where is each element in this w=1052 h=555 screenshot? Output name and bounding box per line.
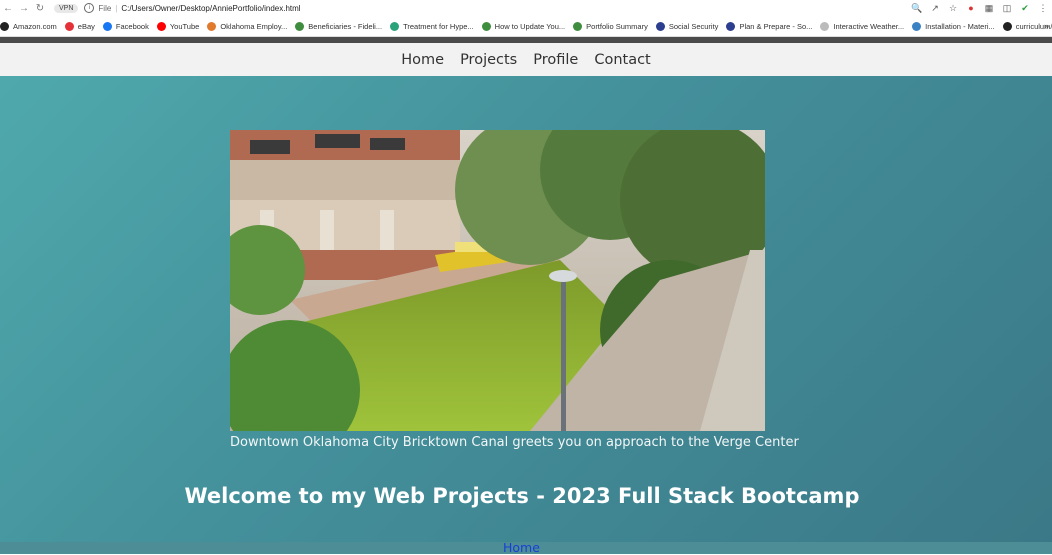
ebay-icon [64,21,74,31]
security-extension-icon[interactable]: ✔ [1016,3,1034,14]
bookmark-label: Treatment for Hype... [403,21,474,31]
bookmarks-bar: Amazon.com eBay Facebook YouTube Oklahoma Em… [0,16,1052,37]
nav-home-link[interactable]: Home [401,52,444,68]
bookmark-item[interactable]: Installation - Materi... [912,21,995,31]
bookmark-item[interactable]: How to Update You... [481,21,566,31]
facebook-icon [102,21,112,31]
footer-home-link[interactable]: Home [503,540,540,555]
bookmark-item[interactable]: Facebook [102,21,149,31]
menu-kebab-icon[interactable]: ⋮ [1034,3,1052,14]
site-nav: Home Projects Profile Contact [0,43,1052,76]
bookmark-item[interactable]: Interactive Weather... [820,21,905,31]
bookmark-item[interactable]: Beneficiaries - Fideli... [295,21,383,31]
amazon-icon [0,21,9,31]
share-icon[interactable]: ↗ [926,3,944,14]
bookmark-item[interactable]: eBay [64,21,95,31]
bookmark-label: Facebook [115,21,149,31]
browser-toolbar: ← → ↻ VPN i File | C:/Users/Owner/Deskto… [0,0,1052,16]
fidelity-icon [295,21,305,31]
bookmark-label: YouTube [169,21,200,31]
url-separator: | [115,3,118,13]
bookmark-label: Beneficiaries - Fideli... [308,21,383,31]
bookmark-item[interactable]: Amazon.com [0,21,57,31]
fidelity-icon [573,21,583,31]
fidelity-icon [481,21,491,31]
bookmark-item[interactable]: Plan & Prepare - So... [726,21,813,31]
page-content: Downtown Oklahoma City Bricktown Canal g… [0,76,1052,555]
bookmark-label: Portfolio Summary [586,21,648,31]
nav-profile-link[interactable]: Profile [533,52,578,68]
page-title: Welcome to my Web Projects - 2023 Full S… [184,484,860,508]
bookmark-label: Plan & Prepare - So... [739,21,813,31]
bookmarks-overflow-icon[interactable]: » [1044,21,1049,31]
toolbar-actions: 🔍 ↗ ☆ ● ▦ ◫ ✔ ⋮ [908,0,1052,16]
info-icon[interactable]: i [84,3,95,13]
shield-extension-icon[interactable]: ● [962,3,980,13]
bookmark-label: Oklahoma Employ... [220,21,288,31]
bookmark-label: Interactive Weather... [833,21,905,31]
github-icon [1002,21,1012,31]
youtube-icon [156,21,166,31]
vpn-badge[interactable]: VPN [54,3,79,13]
bookmark-item[interactable]: YouTube [156,21,200,31]
reload-icon[interactable]: ↻ [32,3,48,14]
bookmark-item[interactable]: Portfolio Summary [573,21,648,31]
url-scheme: File [98,3,112,13]
forward-arrow-icon[interactable]: → [16,3,32,14]
nav-contact-link[interactable]: Contact [594,52,650,68]
gear-icon [207,21,217,31]
nav-projects-link[interactable]: Projects [460,52,517,68]
bookmark-label: Amazon.com [13,21,57,31]
back-arrow-icon[interactable]: ← [0,3,16,14]
bookmark-label: How to Update You... [494,21,566,31]
bookmark-label: Social Security [668,21,719,31]
bookmark-item[interactable]: Oklahoma Employ... [207,21,288,31]
photo-caption: Downtown Oklahoma City Bricktown Canal g… [230,435,799,450]
zoom-icon[interactable]: 🔍 [908,3,926,14]
address-bar[interactable]: C:/Users/Owner/Desktop/AnniePortfolio/in… [121,4,300,13]
canal-photo [230,130,765,431]
puzzle-extension-icon[interactable]: ▦ [980,3,998,14]
side-panel-icon[interactable]: ◫ [998,3,1016,14]
star-icon[interactable]: ☆ [944,3,962,14]
material-icon [912,21,922,31]
bookmark-label: eBay [77,21,95,31]
bookmark-item[interactable]: Treatment for Hype... [390,21,474,31]
ssa-icon [726,21,736,31]
bookmark-label: Installation - Materi... [925,21,995,31]
ssa-icon [655,21,665,31]
page-icon [820,21,830,31]
health-icon [390,21,400,31]
bookmark-item[interactable]: Social Security [655,21,719,31]
